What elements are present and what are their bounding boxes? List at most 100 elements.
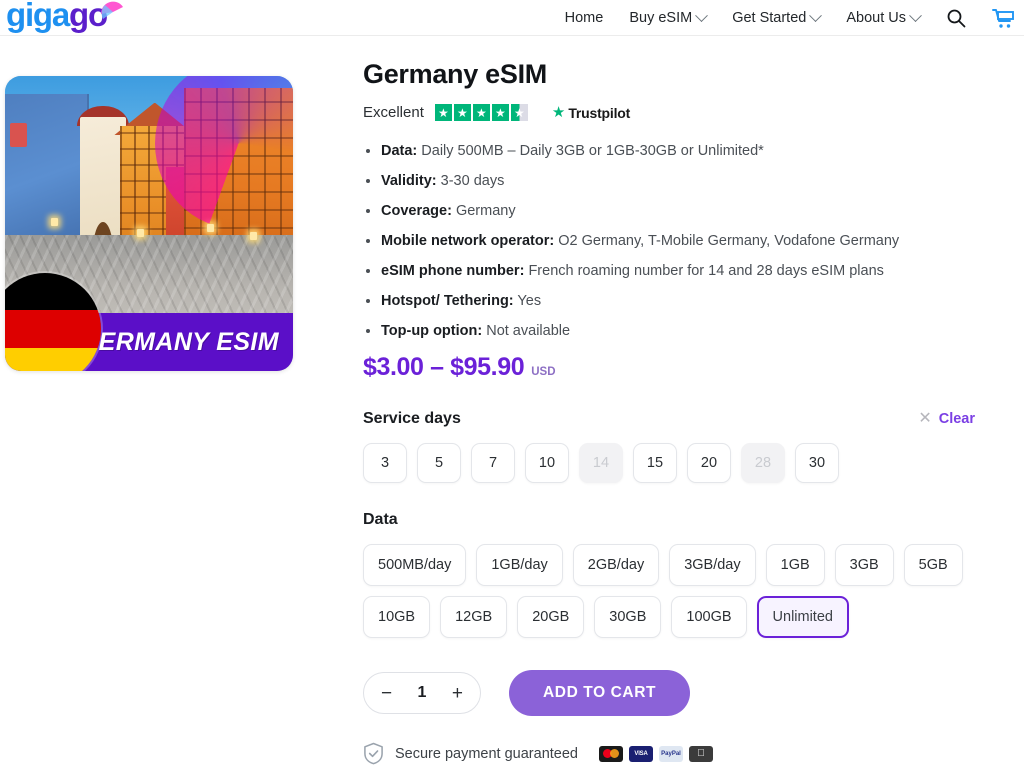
service-days-option-30[interactable]: 30: [795, 443, 839, 483]
data-option-500mb-day[interactable]: 500MB/day: [363, 544, 467, 586]
secure-payment-row: Secure payment guaranteed VISA PayPal : [363, 742, 1023, 765]
product-page: gigago Home Buy eSIM Get Started About U…: [0, 0, 1024, 765]
clear-button[interactable]: ✕ Clear: [918, 410, 975, 428]
service-days-options: 3 5 7 10 14 15 20 28 30: [363, 443, 1023, 483]
service-days-header: Service days ✕ Clear: [363, 410, 975, 428]
trustpilot-star-icon: ★: [551, 104, 566, 121]
product-price: $3.00 – $95.90 USD: [363, 353, 1023, 382]
clear-label: Clear: [938, 411, 975, 427]
spec-label: eSIM phone number:: [381, 263, 525, 279]
service-days-option-5[interactable]: 5: [417, 443, 461, 483]
data-options: 500MB/day 1GB/day 2GB/day 3GB/day 1GB 3G…: [363, 544, 1023, 638]
star-filled-icon: ★: [434, 104, 452, 121]
service-days-option-15[interactable]: 15: [633, 443, 677, 483]
logo-arc-icon: [100, 1, 123, 19]
service-days-option-14: 14: [579, 443, 623, 483]
spec-item: eSIM phone number: French roaming number…: [381, 263, 1023, 279]
nav-item-home[interactable]: Home: [565, 10, 604, 26]
spec-label: Coverage:: [381, 203, 452, 219]
data-header: Data: [363, 511, 975, 529]
nav-item-get-started[interactable]: Get Started: [732, 8, 823, 26]
trustpilot-rating[interactable]: Excellent ★ ★ ★ ★ ★ ★ Trustpilot: [363, 104, 1023, 121]
spec-item: Mobile network operator: O2 Germany, T-M…: [381, 233, 1023, 249]
price-range: $3.00 – $95.90: [363, 353, 525, 381]
image-window-glow: [249, 232, 257, 241]
chevron-down-icon: [809, 8, 823, 22]
data-option-30gb[interactable]: 30GB: [594, 596, 662, 638]
spec-item: Top-up option: Not available: [381, 323, 1023, 339]
spec-item: Hotspot/ Tethering: Yes: [381, 293, 1023, 309]
spec-value: Yes: [517, 293, 542, 309]
payment-methods: VISA PayPal : [599, 745, 713, 762]
star-filled-icon: ★: [453, 104, 471, 121]
search-icon[interactable]: [946, 8, 966, 28]
spec-item: Coverage: Germany: [381, 203, 1023, 219]
quantity-increment-button[interactable]: +: [452, 684, 463, 703]
shopping-cart-icon[interactable]: [992, 8, 1014, 29]
data-option-100gb[interactable]: 100GB: [671, 596, 747, 638]
data-option-10gb[interactable]: 10GB: [363, 596, 431, 638]
service-days-option-10[interactable]: 10: [525, 443, 569, 483]
spec-value: O2 Germany, T-Mobile Germany, Vodafone G…: [558, 233, 900, 249]
shield-check-icon: [364, 742, 383, 765]
close-icon: ✕: [918, 410, 932, 427]
nav-label: Buy eSIM: [629, 10, 693, 26]
spec-label: Validity:: [381, 173, 437, 189]
trustpilot-brand: ★ Trustpilot: [552, 105, 630, 121]
spec-value: French roaming number for 14 and 28 days…: [528, 263, 884, 279]
product-specs-list: Data: Daily 500MB – Daily 3GB or 1GB-30G…: [381, 143, 1023, 339]
quantity-value[interactable]: 1: [418, 684, 427, 702]
spec-label: Data:: [381, 143, 418, 159]
nav-label: About Us: [846, 10, 906, 26]
data-option-12gb[interactable]: 12GB: [440, 596, 508, 638]
quantity-decrement-button[interactable]: −: [381, 684, 392, 703]
site-logo[interactable]: gigago: [6, 0, 123, 33]
product-image-banner-text: GERMANY ESIM: [78, 327, 279, 356]
data-option-2gb-day[interactable]: 2GB/day: [572, 544, 660, 586]
site-header: gigago Home Buy eSIM Get Started About U…: [0, 0, 1024, 36]
spec-value: Germany: [455, 203, 516, 219]
add-to-cart-button[interactable]: ADD TO CART: [509, 670, 691, 716]
nav-item-about-us[interactable]: About Us: [846, 8, 922, 26]
paypal-icon: PayPal: [659, 745, 683, 762]
spec-label: Top-up option:: [381, 323, 483, 339]
data-option-3gb-day[interactable]: 3GB/day: [669, 544, 756, 586]
spec-item: Validity: 3-30 days: [381, 173, 1023, 189]
rating-stars: ★ ★ ★ ★ ★: [434, 104, 528, 121]
star-filled-icon: ★: [472, 104, 490, 121]
page-title: Germany eSIM: [363, 59, 547, 89]
spec-label: Hotspot/ Tethering:: [381, 293, 514, 309]
chevron-down-icon: [695, 8, 709, 22]
product-detail: Germany eSIM Excellent ★ ★ ★ ★ ★ ★ Trust…: [363, 58, 1023, 765]
service-days-title: Service days: [363, 410, 461, 427]
data-option-5gb[interactable]: 5GB: [903, 544, 963, 586]
product-image[interactable]: GERMANY ESIM: [5, 76, 293, 371]
quantity-stepper[interactable]: − 1 +: [363, 672, 481, 714]
nav-item-buy-esim[interactable]: Buy eSIM: [629, 8, 709, 26]
rating-label: Excellent: [363, 104, 424, 121]
service-days-option-7[interactable]: 7: [471, 443, 515, 483]
image-building-left: [5, 93, 90, 259]
spec-item: Data: Daily 500MB – Daily 3GB or 1GB-30G…: [381, 143, 1023, 159]
price-currency: USD: [531, 366, 556, 378]
spec-value: 3-30 days: [440, 173, 505, 189]
nav-label: Get Started: [732, 10, 807, 26]
main-navigation: Home Buy eSIM Get Started About Us: [565, 0, 1014, 36]
mastercard-icon: [599, 745, 623, 762]
star-filled-icon: ★: [491, 104, 509, 121]
data-option-3gb[interactable]: 3GB: [834, 544, 894, 586]
star-half-icon: ★: [510, 104, 528, 121]
data-option-20gb[interactable]: 20GB: [517, 596, 585, 638]
apple-pay-icon: : [689, 745, 713, 762]
data-option-unlimited[interactable]: Unlimited: [756, 596, 849, 638]
trustpilot-name: Trustpilot: [568, 104, 631, 121]
service-days-option-20[interactable]: 20: [687, 443, 731, 483]
service-days-option-28: 28: [741, 443, 785, 483]
spec-label: Mobile network operator:: [381, 233, 555, 249]
spec-value: Daily 500MB – Daily 3GB or 1GB-30GB or U…: [421, 143, 764, 159]
purchase-row: − 1 + ADD TO CART: [363, 670, 1023, 716]
service-days-option-3[interactable]: 3: [363, 443, 407, 483]
data-option-1gb-day[interactable]: 1GB/day: [476, 544, 563, 586]
data-option-1gb[interactable]: 1GB: [765, 544, 825, 586]
logo-text-primary: giga: [6, 0, 70, 33]
